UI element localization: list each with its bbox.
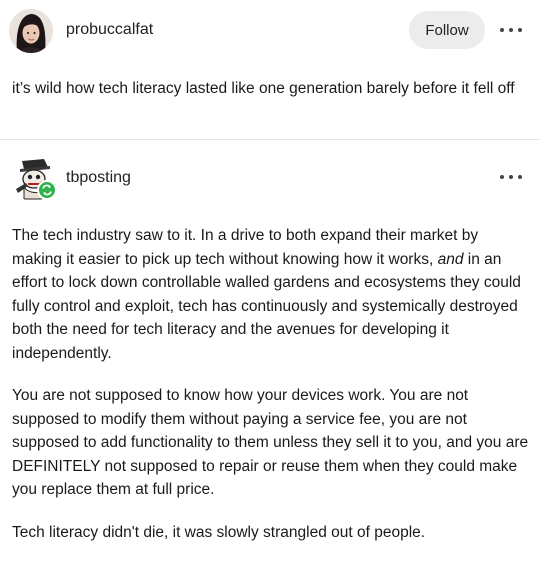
reblog-divider <box>0 139 540 140</box>
reply-paragraph-3: Tech literacy didn't die, it was slowly … <box>12 524 426 541</box>
reply-paragraph-2: You are not supposed to know how your de… <box>12 387 529 498</box>
reply-paragraph-1-start: The tech industry saw to it. In a drive … <box>12 227 479 268</box>
reply-author-name[interactable]: tbposting <box>66 169 131 187</box>
reblog-badge-icon <box>37 180 57 200</box>
avatar-portrait-image <box>9 9 53 53</box>
more-options-icon[interactable] <box>500 172 522 182</box>
dot-2 <box>509 28 513 32</box>
original-post-text: it’s wild how tech literacy lasted like … <box>12 80 515 97</box>
dot-3 <box>518 28 522 32</box>
follow-button[interactable]: Follow <box>409 11 485 49</box>
dot-3 <box>518 175 522 179</box>
reply-paragraph-1-emphasis: and <box>437 250 464 268</box>
dot-1 <box>500 175 504 179</box>
dot-1 <box>500 28 504 32</box>
avatar-probuccalfat[interactable] <box>9 9 53 53</box>
reblog-arrows-icon <box>42 184 52 196</box>
more-options-icon[interactable] <box>500 25 522 35</box>
reply-paragraph-1: The tech industry saw to it. In a drive … <box>12 224 532 365</box>
dot-2 <box>509 175 513 179</box>
post-author-name[interactable]: probuccalfat <box>66 21 153 39</box>
